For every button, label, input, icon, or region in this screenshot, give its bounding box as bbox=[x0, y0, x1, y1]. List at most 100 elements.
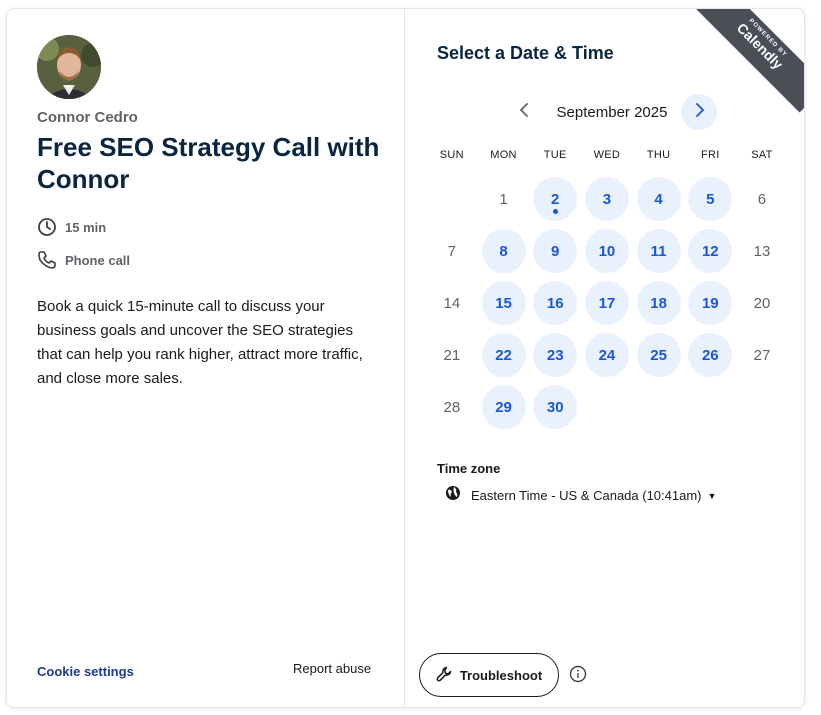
event-title: Free SEO Strategy Call with Connor bbox=[37, 132, 380, 194]
timezone-label: Time zone bbox=[437, 461, 501, 476]
troubleshoot-button[interactable]: Troubleshoot bbox=[419, 653, 559, 697]
prev-month-button[interactable] bbox=[507, 94, 543, 130]
available-date-button[interactable]: 26 bbox=[688, 333, 733, 377]
unavailable-date: 6 bbox=[757, 190, 767, 208]
available-date-button[interactable]: 4 bbox=[636, 177, 681, 221]
duration-text: 15 min bbox=[65, 219, 107, 235]
calendar-cell: 29 bbox=[478, 385, 530, 429]
calendar-cell: 21 bbox=[426, 333, 478, 377]
chevron-right-icon bbox=[693, 102, 705, 122]
event-description: Book a quick 15-minute call to discuss y… bbox=[37, 298, 363, 387]
month-label: September 2025 bbox=[556, 103, 668, 121]
info-icon[interactable] bbox=[569, 665, 587, 683]
month-navigation: September 2025 bbox=[507, 94, 717, 130]
available-date-button[interactable]: 30 bbox=[533, 385, 578, 429]
calendar-cell: 2 bbox=[529, 177, 581, 221]
calendar-cell: 15 bbox=[478, 281, 530, 325]
wrench-icon bbox=[436, 666, 452, 685]
calendar-cell: 8 bbox=[478, 229, 530, 273]
calendar-week: 7 8 9 10 11 12 13 bbox=[426, 225, 788, 277]
calendar-cell: 17 bbox=[581, 281, 633, 325]
calendar-cell: 25 bbox=[633, 333, 685, 377]
calendar-cell: 23 bbox=[529, 333, 581, 377]
next-month-button[interactable] bbox=[680, 94, 717, 130]
booking-card: Connor Cedro Free SEO Strategy Call with… bbox=[6, 8, 805, 708]
host-name: Connor Cedro bbox=[37, 109, 138, 126]
timezone-value: Eastern Time - US & Canada (10:41am) bbox=[471, 488, 702, 503]
calendar-grid: SUN MON TUE WED THU FRI SAT 1 2 3 4 5 6 7 8 9 10 1… bbox=[426, 149, 788, 433]
timezone-select[interactable]: Eastern Time - US & Canada (10:41am) ▼ bbox=[445, 485, 716, 506]
available-date-button[interactable]: 5 bbox=[688, 177, 733, 221]
calendar-cell: 26 bbox=[684, 333, 736, 377]
weekday-label: FRI bbox=[700, 149, 720, 161]
weekday-label: THU bbox=[646, 149, 671, 161]
available-date-button[interactable]: 24 bbox=[584, 333, 629, 377]
available-date-button[interactable]: 23 bbox=[533, 333, 578, 377]
report-abuse-link[interactable]: Report abuse bbox=[293, 661, 371, 676]
avatar bbox=[37, 35, 101, 99]
calendar-cell: 20 bbox=[736, 281, 788, 325]
available-date-button[interactable]: 2 bbox=[533, 177, 578, 221]
available-date-button[interactable]: 18 bbox=[636, 281, 681, 325]
calendar-cell: 19 bbox=[684, 281, 736, 325]
unavailable-date: 14 bbox=[443, 294, 461, 312]
calendar-cell: 18 bbox=[633, 281, 685, 325]
available-date-button[interactable]: 12 bbox=[688, 229, 733, 273]
event-details-panel: Connor Cedro Free SEO Strategy Call with… bbox=[7, 9, 405, 707]
unavailable-date: 7 bbox=[447, 242, 457, 260]
available-date-button[interactable]: 19 bbox=[688, 281, 733, 325]
calendar-cell: 14 bbox=[426, 281, 478, 325]
available-date-button[interactable]: 22 bbox=[481, 333, 526, 377]
calendar-cell: 6 bbox=[736, 177, 788, 221]
calendar-cell: 5 bbox=[684, 177, 736, 221]
available-date-button[interactable]: 25 bbox=[636, 333, 681, 377]
phone-icon bbox=[37, 250, 57, 270]
calendar-cell: 28 bbox=[426, 385, 478, 429]
clock-icon bbox=[37, 217, 57, 237]
location-text: Phone call bbox=[65, 252, 131, 268]
troubleshoot-label: Troubleshoot bbox=[459, 667, 543, 683]
calendar-cell: 9 bbox=[529, 229, 581, 273]
available-date-button[interactable]: 11 bbox=[636, 229, 681, 273]
cookie-settings-link[interactable]: Cookie settings bbox=[37, 664, 134, 679]
weekday-label: TUE bbox=[543, 149, 567, 161]
calendar-cell: 24 bbox=[581, 333, 633, 377]
available-date-button[interactable]: 16 bbox=[533, 281, 578, 325]
weekday-label: WED bbox=[593, 149, 621, 161]
calendar-week: 21 22 23 24 25 26 27 bbox=[426, 329, 788, 381]
scheduler-panel: Select a Date & Time POWERED BY Calendly… bbox=[405, 9, 804, 707]
calendar-cell: 16 bbox=[529, 281, 581, 325]
weekday-label: MON bbox=[490, 149, 517, 161]
calendar-cell: 13 bbox=[736, 229, 788, 273]
calendar-cell: 27 bbox=[736, 333, 788, 377]
calendar-cell: 22 bbox=[478, 333, 530, 377]
duration-row: 15 min bbox=[37, 217, 106, 237]
unavailable-date: 27 bbox=[753, 346, 771, 364]
calendar-cell: 12 bbox=[684, 229, 736, 273]
available-date-button[interactable]: 17 bbox=[584, 281, 629, 325]
available-date-button[interactable]: 3 bbox=[584, 177, 629, 221]
unavailable-date: 1 bbox=[499, 190, 508, 208]
available-date-button[interactable]: 10 bbox=[584, 229, 629, 273]
globe-icon bbox=[445, 485, 461, 506]
available-date-button[interactable]: 8 bbox=[481, 229, 526, 273]
weekday-label: SUN bbox=[439, 149, 464, 161]
location-row: Phone call bbox=[37, 250, 130, 270]
calendar-cell: 4 bbox=[633, 177, 685, 221]
unavailable-date: 20 bbox=[753, 294, 771, 312]
calendar-week: 14 15 16 17 18 19 20 bbox=[426, 277, 788, 329]
calendar-week: 28 29 30 bbox=[426, 381, 788, 433]
unavailable-date: 21 bbox=[443, 346, 461, 364]
available-date-button[interactable]: 9 bbox=[533, 229, 578, 273]
calendar-cell: 30 bbox=[529, 385, 581, 429]
scheduler-title: Select a Date & Time bbox=[437, 43, 614, 63]
calendar-cell: 11 bbox=[633, 229, 685, 273]
caret-down-icon: ▼ bbox=[707, 490, 717, 501]
available-date-button[interactable]: 15 bbox=[481, 281, 526, 325]
weekday-label: SAT bbox=[751, 149, 773, 161]
calendar-week: 1 2345 6 bbox=[426, 173, 788, 225]
calendar-cell: 10 bbox=[581, 229, 633, 273]
unavailable-date: 13 bbox=[753, 242, 771, 260]
available-date-button[interactable]: 29 bbox=[481, 385, 526, 429]
weekday-header: SUN MON TUE WED THU FRI SAT bbox=[426, 149, 788, 173]
